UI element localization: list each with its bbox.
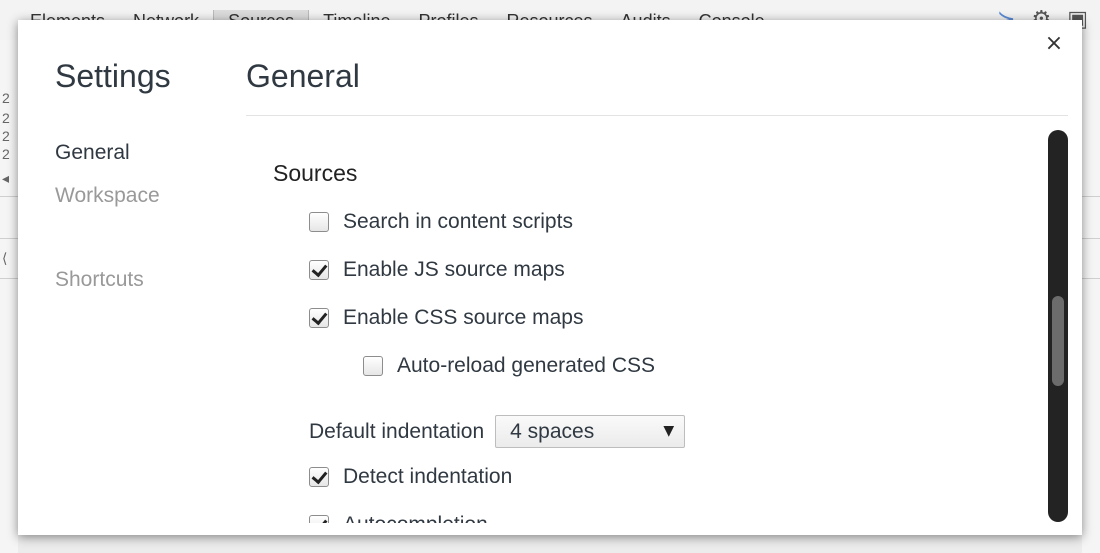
nav-item-general[interactable]: General: [55, 141, 130, 165]
title-divider: [246, 115, 1068, 116]
nav-item-shortcuts[interactable]: Shortcuts: [55, 268, 144, 292]
option-label: Enable CSS source maps: [343, 306, 584, 329]
devtools-right-strip: [1082, 40, 1100, 553]
select-value: 4 spaces: [510, 420, 595, 443]
gutter-mark: ◂: [2, 170, 10, 186]
gutter-mark: 2: [2, 146, 10, 162]
checkbox[interactable]: [309, 260, 329, 280]
close-button[interactable]: ×: [1044, 32, 1064, 56]
devtools-left-gutter: 2 2 2 2 ◂ ⟨: [0, 40, 18, 553]
group-heading-sources: Sources: [273, 160, 358, 186]
option-label: Auto-reload generated CSS: [397, 354, 655, 377]
option-label: Detect indentation: [343, 465, 513, 488]
option-autocompletion[interactable]: Autocompletion: [309, 513, 488, 523]
checkbox[interactable]: [363, 356, 383, 376]
gutter-mark: 2: [2, 110, 10, 126]
checkbox[interactable]: [309, 212, 329, 232]
settings-content: Sources Search in content scripts Enable…: [246, 130, 1042, 523]
gutter-mark: 2: [2, 128, 10, 144]
page-title: General: [246, 58, 360, 94]
option-search-content-scripts[interactable]: Search in content scripts: [309, 210, 573, 234]
checkbox[interactable]: [309, 467, 329, 487]
option-label: Enable JS source maps: [343, 258, 565, 281]
option-detect-indentation[interactable]: Detect indentation: [309, 465, 512, 489]
gutter-mark: ⟨: [2, 250, 8, 266]
nav-item-workspace[interactable]: Workspace: [55, 184, 160, 208]
checkbox[interactable]: [309, 515, 329, 523]
checkbox[interactable]: [309, 308, 329, 328]
default-indentation-select[interactable]: 4 spaces ▼: [495, 415, 686, 448]
dropdown-arrow-icon: ▼: [663, 423, 675, 439]
gutter-mark: 2: [2, 90, 10, 106]
option-label: Search in content scripts: [343, 210, 573, 233]
option-enable-js-source-maps[interactable]: Enable JS source maps: [309, 258, 565, 282]
settings-dialog: × Settings General Workspace Shortcuts G…: [18, 20, 1082, 535]
option-label: Autocompletion: [343, 513, 488, 523]
default-indentation-label: Default indentation: [309, 419, 485, 443]
content-scrollbar[interactable]: [1048, 130, 1068, 522]
default-indentation-row: Default indentation 4 spaces ▼: [309, 415, 686, 448]
settings-title: Settings: [55, 58, 171, 94]
scrollbar-thumb[interactable]: [1052, 296, 1064, 386]
option-enable-css-source-maps[interactable]: Enable CSS source maps: [309, 306, 583, 330]
option-auto-reload-generated-css[interactable]: Auto-reload generated CSS: [363, 354, 655, 378]
